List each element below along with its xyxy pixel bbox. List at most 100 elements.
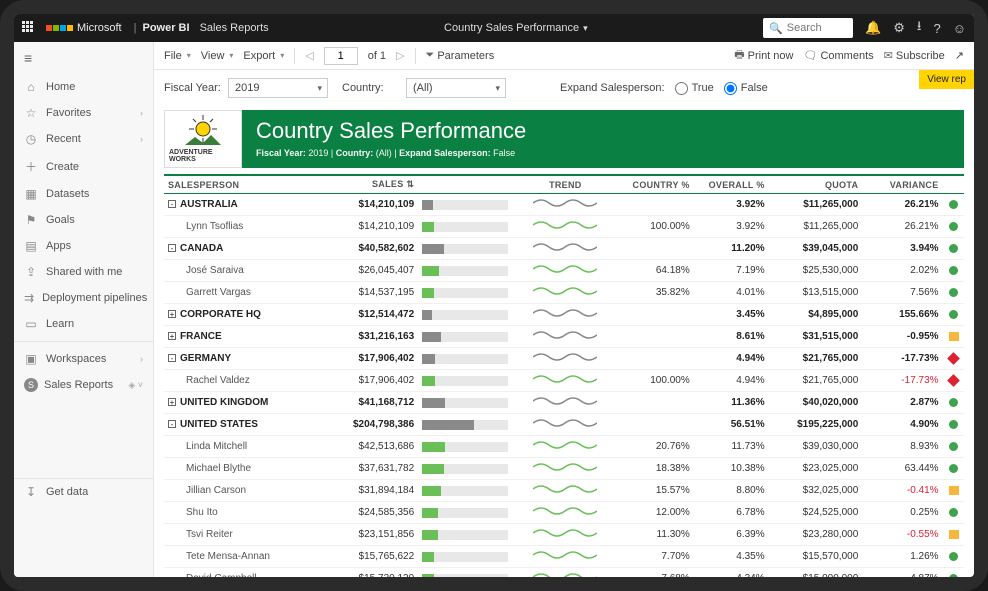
group-row: -CANADA$40,582,60211.20%$39,045,0003.94% bbox=[164, 238, 964, 260]
sales-bar bbox=[422, 552, 508, 562]
nav-item-recent[interactable]: ◷Recent› bbox=[14, 126, 153, 152]
export-menu[interactable]: Export bbox=[243, 50, 284, 62]
col-trend[interactable]: TREND bbox=[512, 175, 619, 194]
report-header: ADVENTURE WORKS Country Sales Performanc… bbox=[164, 110, 964, 168]
kpi-indicator bbox=[947, 374, 960, 387]
col-salesperson[interactable]: SALESPERSON bbox=[164, 175, 325, 194]
col-quota[interactable]: QUOTA bbox=[769, 175, 863, 194]
parameter-bar: Fiscal Year: 2019 Country: (All) Expand … bbox=[154, 70, 974, 106]
notifications-icon[interactable]: 🔔 bbox=[865, 20, 881, 36]
nav-item-shared-with-me[interactable]: ⇪Shared with me bbox=[14, 259, 153, 285]
search-box[interactable]: 🔍 bbox=[763, 18, 853, 38]
expand-toggle[interactable]: - bbox=[168, 354, 176, 362]
view-menu[interactable]: View bbox=[201, 50, 234, 62]
view-report-ribbon[interactable]: View rep bbox=[919, 70, 974, 89]
country-label: Country: bbox=[342, 82, 400, 94]
col-overall-pct[interactable]: OVERALL % bbox=[694, 175, 769, 194]
report-title: Country Sales Performance bbox=[256, 118, 950, 144]
next-page-icon[interactable]: ▷ bbox=[396, 49, 404, 62]
expand-toggle[interactable]: - bbox=[168, 420, 176, 428]
nav-item-goals[interactable]: ⚑Goals bbox=[14, 207, 153, 233]
sales-bar bbox=[422, 222, 508, 232]
trend-sparkline bbox=[512, 304, 619, 326]
breadcrumb[interactable]: Sales Reports bbox=[200, 22, 269, 34]
expand-false-radio[interactable]: False bbox=[724, 82, 768, 95]
share-icon[interactable]: ↗ bbox=[955, 49, 964, 62]
expand-true-radio[interactable]: True bbox=[675, 82, 714, 95]
nav-sales-reports[interactable]: S Sales Reports ◈ ˅ bbox=[14, 372, 153, 398]
salesperson-row: Linda Mitchell$42,513,68620.76%11.73%$39… bbox=[164, 436, 964, 458]
comments-button[interactable]: 🗨 Comments bbox=[803, 49, 873, 62]
nav-item-learn[interactable]: ▭Learn bbox=[14, 311, 153, 337]
col-country-pct[interactable]: COUNTRY % bbox=[619, 175, 694, 194]
filter-icon: ⏷ bbox=[426, 49, 435, 62]
parameters-button[interactable]: ⏷ Parameters bbox=[426, 49, 495, 62]
nav-icon: ⚑ bbox=[24, 213, 38, 227]
nav-item-favorites[interactable]: ☆Favorites› bbox=[14, 100, 153, 126]
sales-bar bbox=[422, 508, 508, 518]
group-row: -AUSTRALIA$14,210,1093.92%$11,265,00026.… bbox=[164, 194, 964, 216]
trend-sparkline bbox=[512, 436, 619, 458]
chevron-right-icon: › bbox=[140, 108, 143, 118]
adventureworks-logo: ADVENTURE WORKS bbox=[164, 110, 242, 168]
app-launcher-icon[interactable] bbox=[22, 21, 36, 35]
report-subtitle: Fiscal Year: 2019 | Country: (All) | Exp… bbox=[256, 148, 950, 158]
expand-toggle[interactable]: - bbox=[168, 244, 176, 252]
kpi-indicator bbox=[949, 552, 958, 561]
kpi-indicator bbox=[949, 464, 958, 473]
hamburger-icon[interactable]: ≡ bbox=[14, 42, 153, 74]
expand-toggle[interactable]: + bbox=[168, 310, 176, 318]
prev-page-icon[interactable]: ◁ bbox=[305, 49, 313, 62]
kpi-indicator bbox=[949, 288, 958, 297]
print-now-button[interactable]: 🖶 Print now bbox=[734, 46, 793, 65]
product-label: Power BI bbox=[142, 22, 189, 34]
microsoft-logo bbox=[46, 25, 73, 31]
file-menu[interactable]: File bbox=[164, 50, 191, 62]
expand-toggle[interactable]: + bbox=[168, 332, 176, 340]
feedback-icon[interactable]: ☺ bbox=[953, 21, 966, 36]
nav-get-data[interactable]: ↧ Get data bbox=[14, 479, 153, 505]
fiscal-year-select[interactable]: 2019 bbox=[228, 78, 328, 98]
page-input[interactable] bbox=[324, 47, 358, 65]
global-header: Microsoft | Power BI Sales Reports Count… bbox=[14, 14, 974, 42]
group-row: -GERMANY$17,906,4024.94%$21,765,000-17.7… bbox=[164, 348, 964, 370]
nav-item-apps[interactable]: ▤Apps bbox=[14, 233, 153, 259]
trend-sparkline bbox=[512, 238, 619, 260]
nav-icon: ◷ bbox=[24, 132, 38, 146]
nav-item-home[interactable]: ⌂Home bbox=[14, 74, 153, 100]
help-icon[interactable]: ? bbox=[933, 21, 940, 36]
expand-toggle[interactable]: + bbox=[168, 398, 176, 406]
get-data-icon: ↧ bbox=[24, 485, 38, 499]
trend-sparkline bbox=[512, 458, 619, 480]
nav-icon: ☆ bbox=[24, 106, 38, 120]
group-row: -UNITED STATES$204,798,38656.51%$195,225… bbox=[164, 414, 964, 436]
col-variance[interactable]: VARIANCE bbox=[862, 175, 942, 194]
subscribe-button[interactable]: ✉ Subscribe bbox=[884, 49, 945, 62]
left-nav: ≡ ⌂Home☆Favorites›◷Recent›＋Create▦Datase… bbox=[14, 42, 154, 577]
nav-workspaces[interactable]: ▣ Workspaces › bbox=[14, 346, 153, 372]
nav-item-datasets[interactable]: ▦Datasets bbox=[14, 181, 153, 207]
report-title-dropdown[interactable]: Country Sales Performance bbox=[444, 22, 579, 34]
trend-sparkline bbox=[512, 414, 619, 436]
kpi-indicator bbox=[949, 200, 958, 209]
nav-item-create[interactable]: ＋Create bbox=[14, 152, 153, 181]
trend-sparkline bbox=[512, 524, 619, 546]
expand-toggle[interactable]: - bbox=[168, 200, 176, 208]
sales-bar bbox=[422, 288, 508, 298]
salesperson-row: Jillian Carson$31,894,18415.57%8.80%$32,… bbox=[164, 480, 964, 502]
sales-bar bbox=[422, 310, 508, 320]
col-sales[interactable]: SALES ⇅ bbox=[325, 175, 419, 194]
nav-item-deployment-pipelines[interactable]: ⇉Deployment pipelines bbox=[14, 285, 153, 311]
trend-sparkline bbox=[512, 260, 619, 282]
salesperson-row: Lynn Tsoflias$14,210,109100.00%3.92%$11,… bbox=[164, 216, 964, 238]
sales-table: SALESPERSON SALES ⇅ TREND COUNTRY % OVER… bbox=[164, 174, 964, 577]
country-select[interactable]: (All) bbox=[406, 78, 506, 98]
search-input[interactable] bbox=[787, 22, 847, 34]
expand-salesperson-label: Expand Salesperson: bbox=[560, 82, 665, 94]
settings-icon[interactable]: ⚙ bbox=[893, 20, 905, 36]
download-icon[interactable]: ⭳ bbox=[917, 17, 922, 39]
group-row: +CORPORATE HQ$12,514,4723.45%$4,895,0001… bbox=[164, 304, 964, 326]
chevron-right-icon: › bbox=[140, 354, 143, 364]
trend-sparkline bbox=[512, 546, 619, 568]
chevron-down-icon[interactable]: ▾ bbox=[583, 23, 588, 34]
